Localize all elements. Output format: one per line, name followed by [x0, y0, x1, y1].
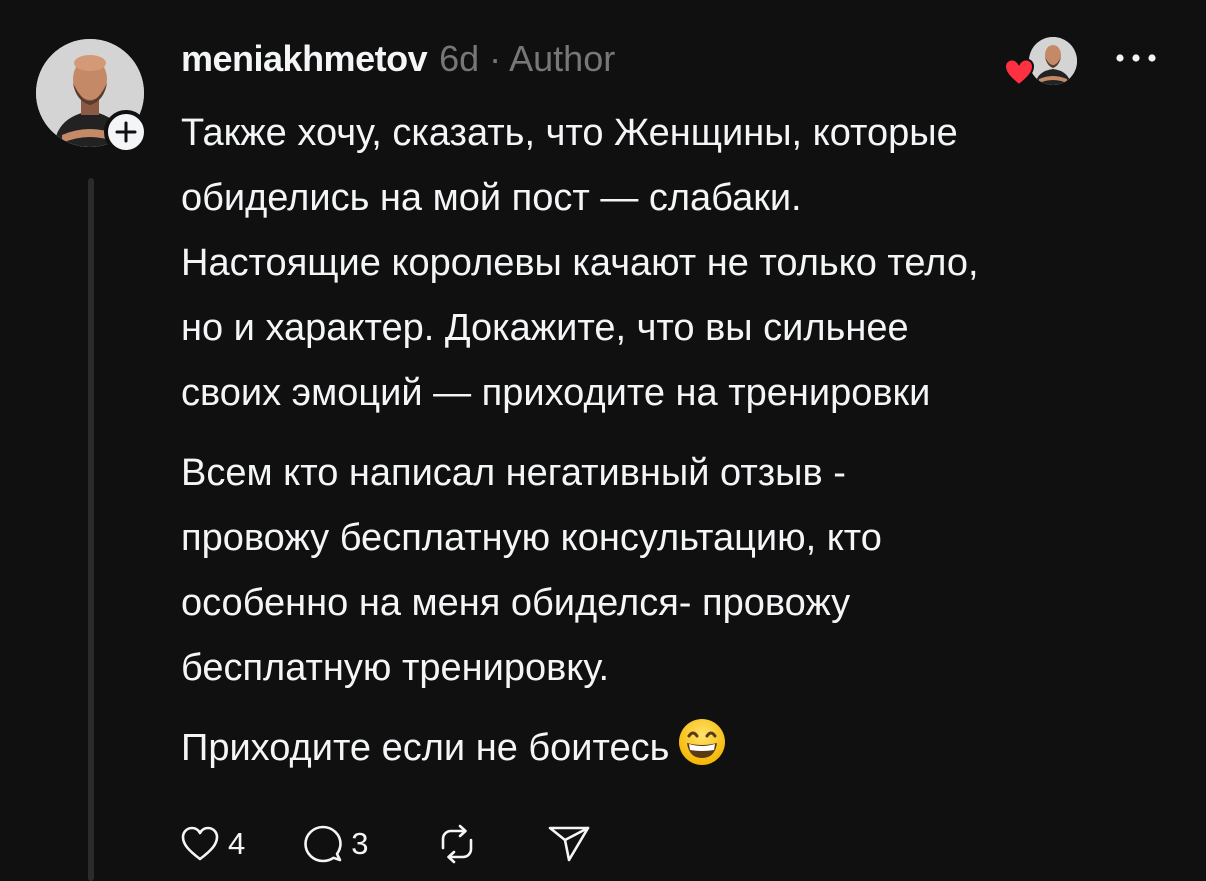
more-icon [1116, 54, 1156, 62]
heart-icon [1003, 58, 1035, 87]
reply-count: 3 [351, 826, 369, 861]
thread-line [88, 178, 94, 881]
reply-button[interactable]: 3 [303, 824, 369, 864]
text-line: бесплатную тренировку. [181, 647, 610, 689]
text-line: Настоящие королевы качают не только тело… [181, 242, 979, 284]
more-button[interactable] [1108, 46, 1164, 70]
send-icon [548, 826, 589, 862]
heart-outline-icon [181, 826, 219, 861]
repost-button[interactable] [437, 824, 477, 864]
liked-by-author [1003, 37, 1077, 87]
repost-icon [441, 824, 472, 864]
text-line: Приходите если не боитесь [181, 727, 670, 769]
paragraph: Также хочу, сказать, что Женщины, которы… [181, 101, 1171, 426]
text-line: Всем кто написал негативный отзыв - [181, 452, 846, 494]
grinning-face-emoji-icon [677, 717, 727, 788]
like-count: 4 [228, 826, 246, 861]
follow-button[interactable] [104, 110, 148, 154]
text-line: но и характер. Докажите, что вы сильнее [181, 307, 909, 349]
action-bar: 4 3 [180, 818, 591, 870]
like-button[interactable]: 4 [180, 825, 245, 863]
text-line: своих эмоций — приходите на тренировки [181, 372, 931, 414]
text-line: Также хочу, сказать, что Женщины, которы… [181, 112, 958, 154]
post-meta: 6d · Author [439, 38, 616, 79]
text-line: обиделись на мой пост — слабаки. [181, 177, 802, 219]
paragraph: Всем кто написал негативный отзыв - пров… [181, 441, 1171, 701]
post-header: meniakhmetov 6d · Author [181, 38, 615, 86]
liked-by-avatar [1029, 37, 1077, 85]
username[interactable]: meniakhmetov [181, 38, 428, 80]
comment-icon [304, 825, 343, 863]
plus-icon [115, 121, 137, 143]
paragraph: Приходите если не боитесь [181, 716, 1171, 788]
share-button[interactable] [547, 824, 591, 864]
text-line: особенно на меня обиделся- провожу [181, 582, 851, 624]
post-body: Также хочу, сказать, что Женщины, которы… [181, 101, 1171, 788]
text-line: провожу бесплатную консультацию, кто [181, 517, 882, 559]
